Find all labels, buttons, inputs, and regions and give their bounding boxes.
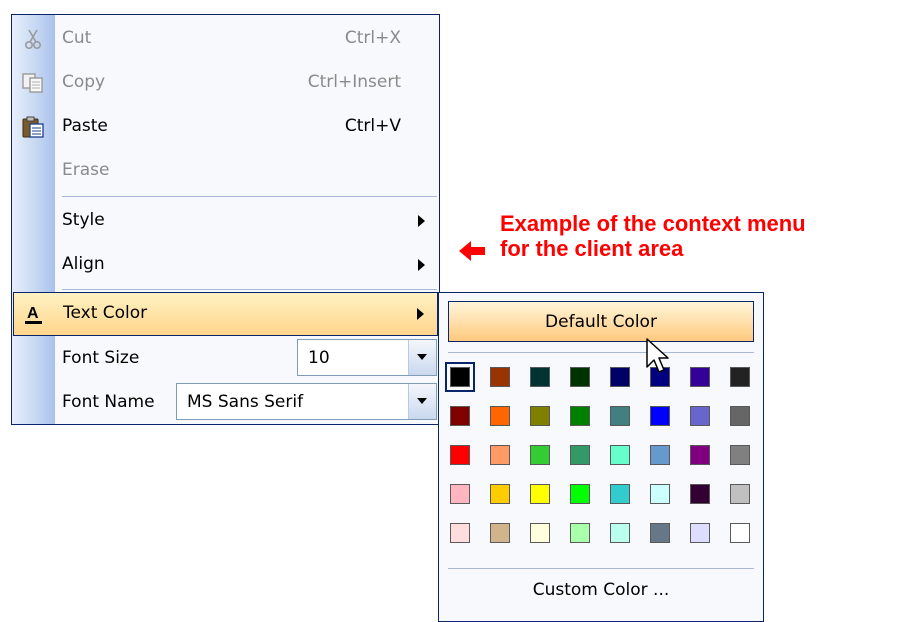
menu-separator: [62, 289, 437, 290]
color-swatch[interactable]: [570, 445, 590, 465]
color-swatch[interactable]: [650, 445, 670, 465]
menu-separator: [62, 196, 437, 197]
context-menu: Cut Ctrl+X Copy Ctrl+Insert Paste Ctrl+V…: [11, 14, 440, 425]
color-swatch[interactable]: [730, 406, 750, 426]
copy-icon: [22, 73, 43, 93]
color-picker-popup: Default Color Custom Color ...: [438, 292, 764, 622]
color-swatch[interactable]: [730, 367, 750, 387]
color-swatch[interactable]: [530, 406, 550, 426]
color-swatch[interactable]: [450, 406, 470, 426]
menu-item-label: Style: [62, 210, 105, 230]
menu-shortcut: Ctrl+Insert: [307, 72, 401, 92]
color-swatch[interactable]: [690, 523, 710, 543]
color-swatch[interactable]: [690, 484, 710, 504]
annotation-line-1: Example of the context menu: [500, 211, 806, 236]
menu-item-erase[interactable]: Erase: [12, 149, 439, 193]
color-swatch[interactable]: [530, 445, 550, 465]
color-swatch[interactable]: [530, 523, 550, 543]
color-swatch[interactable]: [730, 523, 750, 543]
menu-item-cut[interactable]: Cut Ctrl+X: [12, 17, 439, 61]
mouse-pointer-icon: [646, 338, 669, 373]
color-swatch[interactable]: [690, 445, 710, 465]
color-swatch[interactable]: [450, 445, 470, 465]
color-swatch[interactable]: [690, 406, 710, 426]
color-swatch[interactable]: [610, 367, 630, 387]
color-swatch[interactable]: [450, 484, 470, 504]
paste-clipboard-icon: [22, 116, 44, 138]
color-swatch[interactable]: [570, 406, 590, 426]
menu-item-label: Font Size: [62, 348, 140, 368]
font-name-value: MS Sans Serif: [187, 392, 304, 412]
svg-text:A: A: [27, 305, 39, 322]
menu-item-label: Erase: [62, 160, 110, 180]
menu-item-label: Text Color: [63, 303, 148, 323]
menu-item-label: Cut: [62, 28, 92, 48]
color-swatch[interactable]: [570, 484, 590, 504]
color-swatch[interactable]: [490, 367, 510, 387]
color-swatch[interactable]: [650, 484, 670, 504]
default-color-label: Default Color: [545, 312, 657, 332]
color-swatch[interactable]: [690, 367, 710, 387]
menu-item-style[interactable]: Style: [12, 199, 439, 243]
color-swatch[interactable]: [490, 523, 510, 543]
annotation-text: Example of the context menu for the clie…: [500, 211, 806, 261]
popup-separator: [448, 352, 754, 353]
menu-shortcut: Ctrl+X: [344, 28, 401, 48]
red-left-arrow-icon: [459, 241, 485, 261]
font-size-value: 10: [308, 348, 330, 368]
default-color-button[interactable]: Default Color: [448, 301, 754, 342]
color-swatch[interactable]: [530, 484, 550, 504]
color-swatch[interactable]: [450, 523, 470, 543]
font-size-combo[interactable]: 10: [297, 339, 437, 376]
font-name-dropdown-button[interactable]: [408, 384, 436, 419]
color-swatch[interactable]: [490, 445, 510, 465]
color-swatch[interactable]: [730, 484, 750, 504]
color-swatch[interactable]: [610, 445, 630, 465]
text-color-icon: A: [25, 305, 42, 324]
menu-item-label: Font Name: [62, 392, 155, 412]
menu-item-align[interactable]: Align: [12, 243, 439, 287]
menu-item-paste[interactable]: Paste Ctrl+V: [12, 105, 439, 149]
color-swatch[interactable]: [610, 406, 630, 426]
color-swatch[interactable]: [650, 523, 670, 543]
color-swatch[interactable]: [490, 406, 510, 426]
font-name-combo[interactable]: MS Sans Serif: [176, 383, 437, 420]
color-swatch[interactable]: [530, 367, 550, 387]
color-swatch[interactable]: [490, 484, 510, 504]
color-swatch[interactable]: [730, 445, 750, 465]
annotation-line-2: for the client area: [500, 236, 684, 261]
color-swatch[interactable]: [610, 523, 630, 543]
menu-item-copy[interactable]: Copy Ctrl+Insert: [12, 61, 439, 105]
scissors-icon: [25, 29, 42, 50]
custom-color-button[interactable]: Custom Color ...: [439, 580, 763, 600]
color-swatch[interactable]: [570, 367, 590, 387]
color-swatch[interactable]: [610, 484, 630, 504]
menu-item-label: Copy: [62, 72, 106, 92]
menu-shortcut: Ctrl+V: [344, 116, 401, 136]
popup-separator: [448, 568, 754, 569]
chevron-down-icon: [417, 354, 427, 360]
submenu-arrow-icon: [418, 215, 425, 227]
chevron-down-icon: [417, 398, 427, 404]
color-swatch[interactable]: [570, 523, 590, 543]
font-size-dropdown-button[interactable]: [408, 340, 436, 375]
menu-item-label: Align: [62, 254, 105, 274]
color-swatch[interactable]: [650, 406, 670, 426]
menu-item-text-color[interactable]: A Text Color: [13, 292, 438, 336]
menu-item-label: Paste: [62, 116, 108, 136]
submenu-arrow-icon: [417, 308, 424, 320]
color-swatch[interactable]: [445, 362, 475, 392]
submenu-arrow-icon: [418, 259, 425, 271]
